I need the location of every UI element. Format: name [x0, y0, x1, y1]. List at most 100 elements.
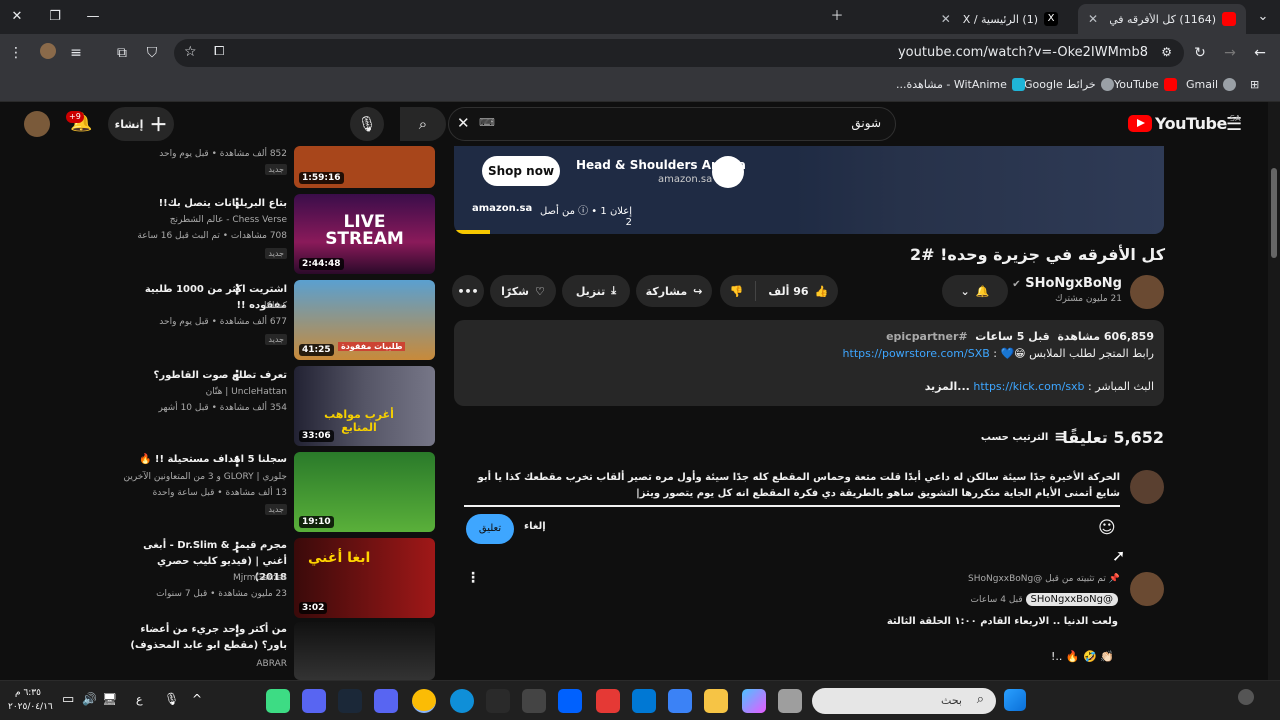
channel-name[interactable]: جلوري | GLORY و 3 من المتعاونين الآخرين: [107, 469, 287, 485]
start-button-icon[interactable]: [1004, 689, 1026, 711]
comment-menu-icon[interactable]: ⋮: [466, 570, 480, 586]
epic-games-icon[interactable]: [486, 689, 510, 713]
channel-avatar[interactable]: [1130, 275, 1164, 309]
more-options-icon[interactable]: ⋮: [230, 368, 244, 384]
share-button[interactable]: ↪ مشاركة: [636, 275, 712, 307]
video-thumbnail[interactable]: 1:59:16: [294, 146, 435, 188]
comment-input[interactable]: الحركة الأخيرة جدًا سيئة سالكن له داعي أ…: [464, 470, 1120, 507]
description-box[interactable]: 606,859 مشاهدة قبل 5 ساعات #epicpartner …: [454, 320, 1164, 406]
cancel-comment-button[interactable]: إلغاء: [524, 521, 546, 532]
bookmark-witanime[interactable]: WitAnime - مشاهدة...: [896, 78, 1025, 91]
more-options-icon[interactable]: ⋮: [230, 624, 244, 640]
steam-icon[interactable]: [338, 689, 362, 713]
back-icon[interactable]: ←: [1250, 43, 1270, 63]
channel-name[interactable]: Chess Verse - عالم الشطرنج: [107, 212, 287, 228]
discord-icon[interactable]: [302, 689, 326, 713]
file-explorer-icon[interactable]: [704, 689, 728, 713]
dislike-button[interactable]: 👎: [730, 285, 744, 298]
show-more-link[interactable]: ...المزيد: [925, 380, 970, 393]
copilot-icon[interactable]: [742, 689, 766, 713]
sort-button[interactable]: ≡ الترتيب حسب: [970, 429, 1066, 445]
store-icon[interactable]: [668, 689, 692, 713]
playlist-icon[interactable]: ≡: [66, 43, 86, 63]
recommended-item[interactable]: 1:59:16 852 ألف مشاهدة • قبل يوم واحد جد…: [130, 146, 435, 188]
close-tab-icon[interactable]: ✕: [941, 12, 951, 26]
more-actions-button[interactable]: •••: [452, 275, 484, 307]
outlook-icon[interactable]: [632, 689, 656, 713]
voice-search-button[interactable]: 🎙: [350, 107, 384, 141]
channel-name[interactable]: UncleHattan | هتّان: [107, 384, 287, 400]
subscribed-button[interactable]: 🔔 ⌄: [942, 275, 1008, 307]
kick-link[interactable]: https://kick.com/sxb: [973, 380, 1084, 393]
notification-center-icon[interactable]: [1238, 689, 1254, 705]
video-thumbnail[interactable]: [294, 622, 435, 680]
channel-name-row[interactable]: SHoNgxBoNg ✔: [1000, 276, 1122, 291]
scrollbar-thumb[interactable]: [1271, 168, 1277, 258]
app-red-icon[interactable]: [596, 689, 620, 713]
clear-search-icon[interactable]: ✕: [457, 114, 470, 132]
bookmark-youtube[interactable]: YouTube: [1114, 78, 1177, 91]
close-window-icon[interactable]: ✕: [6, 6, 28, 28]
account-avatar[interactable]: [24, 111, 50, 137]
minimize-window-icon[interactable]: —: [82, 6, 104, 28]
taskbar-search[interactable]: ⌕ بحث: [812, 688, 996, 714]
youtube-logo[interactable]: YouTube SA: [1128, 114, 1241, 133]
video-title[interactable]: من أكثر واحد جريء من أعضاء باور؟ (مقطع ا…: [130, 622, 287, 654]
app-icon[interactable]: [522, 689, 546, 713]
dropbox-icon[interactable]: [558, 689, 582, 713]
bookmark-maps[interactable]: خرائط Google: [1024, 78, 1114, 91]
task-view-icon[interactable]: [778, 689, 802, 713]
recommended-item[interactable]: LIVE STREAM 2:44:48 بتاع البريليانات يتصل…: [130, 194, 435, 274]
microphone-tray-icon[interactable]: 🎙: [164, 692, 179, 706]
shop-now-button[interactable]: Shop now: [482, 156, 560, 186]
bookmark-gmail[interactable]: Gmail: [1186, 78, 1237, 91]
page-scrollbar[interactable]: [1268, 102, 1280, 680]
search-button[interactable]: ⌕: [400, 107, 446, 141]
video-title[interactable]: تعرف تطلع صوت القاطور؟: [127, 368, 287, 384]
profile-avatar[interactable]: [38, 43, 58, 63]
ad-banner[interactable]: Shop now Head & Shoulders Arabia amazon.…: [454, 146, 1164, 234]
bookmark-star-icon[interactable]: ☆: [184, 44, 197, 60]
store-link[interactable]: https://powrstore.com/SXB: [843, 347, 990, 360]
recommended-item[interactable]: أغرب مواهب المتابع 33:06 تعرف تطلع صوت ا…: [130, 366, 435, 446]
extensions-icon[interactable]: ⧉: [112, 43, 132, 63]
download-button[interactable]: ⤓ تنزيل: [562, 275, 630, 307]
tab-search-icon[interactable]: ⌄: [1252, 6, 1274, 28]
recommended-item[interactable]: ابغا أغني 3:02 مجرم قيمز & Dr.Slim - أبغ…: [130, 538, 435, 618]
reload-icon[interactable]: ↻: [1190, 43, 1210, 63]
video-thumbnail[interactable]: LIVE STREAM 2:44:48: [294, 194, 435, 274]
more-options-icon[interactable]: ⋮: [230, 282, 244, 298]
close-tab-icon[interactable]: ✕: [1088, 12, 1098, 26]
tab-x[interactable]: X (1) الرئيسية / X ✕: [858, 4, 1068, 34]
menu-icon[interactable]: ⋮: [6, 43, 26, 63]
emoji-picker-icon[interactable]: ☺: [1098, 518, 1116, 538]
ad-footer-domain[interactable]: amazon.sa: [472, 203, 532, 214]
recommended-item[interactable]: من أكثر واحد جريء من أعضاء باور؟ (مقطع ا…: [130, 622, 435, 680]
show-hidden-icons-icon[interactable]: ^: [192, 692, 202, 706]
edge-icon[interactable]: [450, 689, 474, 713]
video-thumbnail[interactable]: 19:10: [294, 452, 435, 532]
clock[interactable]: ٦:٣٥ م ٢٠٢٥/٠٤/١٦: [8, 686, 53, 714]
discord-icon-2[interactable]: [374, 689, 398, 713]
new-tab-icon[interactable]: ＋: [826, 6, 848, 28]
android-app-icon[interactable]: [266, 689, 290, 713]
channel-name[interactable]: SHoNgxBoNg: [1025, 276, 1122, 291]
recommended-item[interactable]: 19:10 سجلنا 5 اهداف مستحيلة !! 🔥 جلوري |…: [123, 452, 435, 532]
search-box[interactable]: شونق ⌨ ✕: [448, 107, 896, 141]
hashtag[interactable]: #epicpartner: [886, 330, 968, 343]
battery-icon[interactable]: ▭: [62, 692, 74, 707]
like-button[interactable]: 👍 96 ألف: [768, 285, 828, 298]
restore-window-icon[interactable]: ❐: [44, 6, 66, 28]
video-title[interactable]: سجلنا 5 اهداف مستحيلة !! 🔥: [127, 452, 287, 468]
install-app-icon[interactable]: ⧠: [214, 44, 224, 59]
channel-name[interactable]: كسلكا: [107, 298, 287, 314]
tab-youtube[interactable]: (1164) كل الأفرقه في جزيرة وحده ✕: [1078, 4, 1246, 34]
volume-icon[interactable]: 🔊: [82, 692, 97, 706]
network-icon[interactable]: 🖥: [102, 692, 117, 706]
video-thumbnail[interactable]: ابغا أغني 3:02: [294, 538, 435, 618]
create-button[interactable]: ＋ إنشاء: [108, 107, 174, 141]
more-options-icon[interactable]: ⋮: [230, 540, 244, 556]
channel-name[interactable]: ABRAR: [130, 656, 287, 672]
more-options-icon[interactable]: ⋮: [230, 196, 244, 212]
video-thumbnail[interactable]: أغرب مواهب المتابع 33:06: [294, 366, 435, 446]
